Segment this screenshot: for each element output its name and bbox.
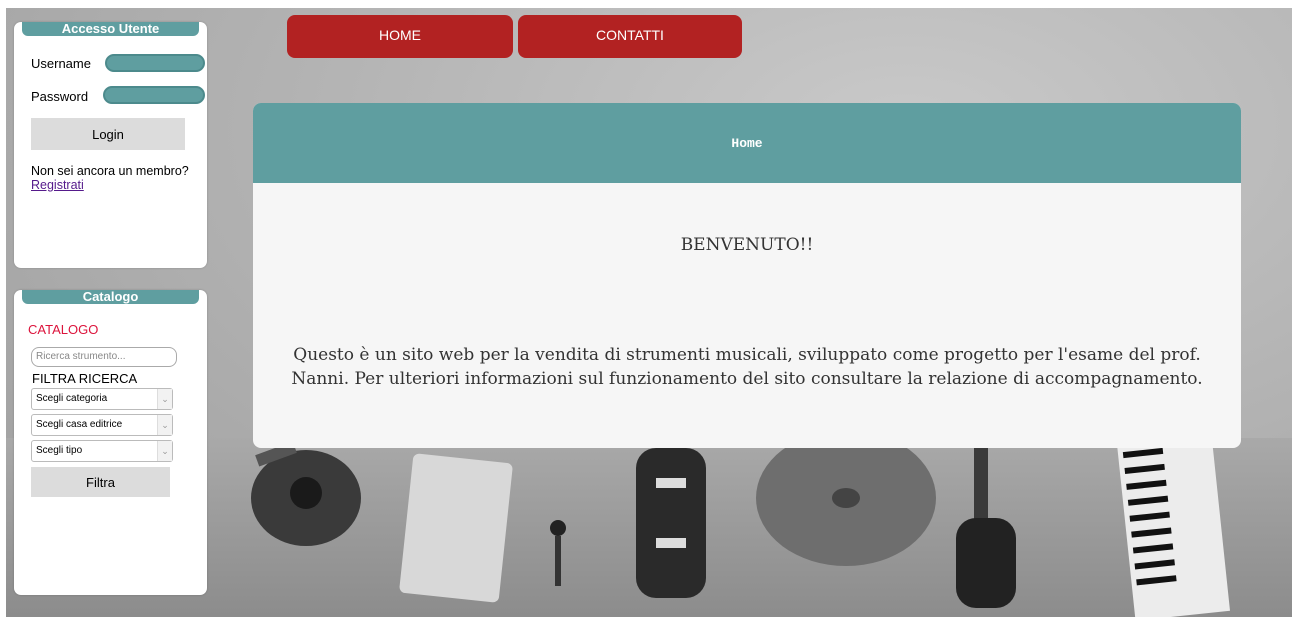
login-button[interactable]: Login	[31, 118, 185, 150]
chevron-down-icon: ⌄	[157, 441, 172, 461]
chevron-down-icon: ⌄	[157, 389, 172, 409]
site-description: Questo è un sito web per la vendita di s…	[291, 345, 1203, 389]
register-prompt: Non sei ancora un membro? Registrati	[31, 164, 189, 192]
register-link[interactable]: Registrati	[31, 178, 84, 192]
username-input[interactable]	[105, 54, 205, 72]
page-title: Home	[253, 103, 1241, 183]
nav-home-button[interactable]: HOME	[287, 15, 513, 58]
type-select[interactable]: Scegli tipo ⌄	[31, 440, 173, 462]
catalog-panel: Catalogo CATALOGO Ricerca strumento... F…	[14, 290, 207, 595]
username-label: Username	[31, 56, 91, 71]
password-input[interactable]	[103, 86, 205, 104]
publisher-select[interactable]: Scegli casa editrice ⌄	[31, 414, 173, 436]
filter-button[interactable]: Filtra	[31, 467, 170, 497]
search-instrument-input[interactable]: Ricerca strumento...	[31, 347, 177, 367]
login-panel: Accesso Utente Username Password Login N…	[14, 22, 207, 268]
category-select-value: Scegli categoria	[36, 393, 108, 404]
filter-heading: FILTRA RICERCA	[32, 371, 138, 386]
main-content: Home BENVENUTO!! Questo è un sito web pe…	[253, 103, 1241, 448]
nav-contatti-button[interactable]: CONTATTI	[518, 15, 742, 58]
welcome-heading: BENVENUTO!!	[680, 235, 814, 255]
publisher-select-value: Scegli casa editrice	[36, 419, 123, 430]
chevron-down-icon: ⌄	[157, 415, 172, 435]
catalog-heading: CATALOGO	[28, 322, 99, 337]
type-select-value: Scegli tipo	[36, 445, 83, 456]
not-member-text: Non sei ancora un membro?	[31, 164, 189, 178]
catalog-panel-title: Catalogo	[22, 290, 199, 304]
password-label: Password	[31, 89, 89, 104]
category-select[interactable]: Scegli categoria ⌄	[31, 388, 173, 410]
login-panel-title: Accesso Utente	[22, 22, 199, 36]
